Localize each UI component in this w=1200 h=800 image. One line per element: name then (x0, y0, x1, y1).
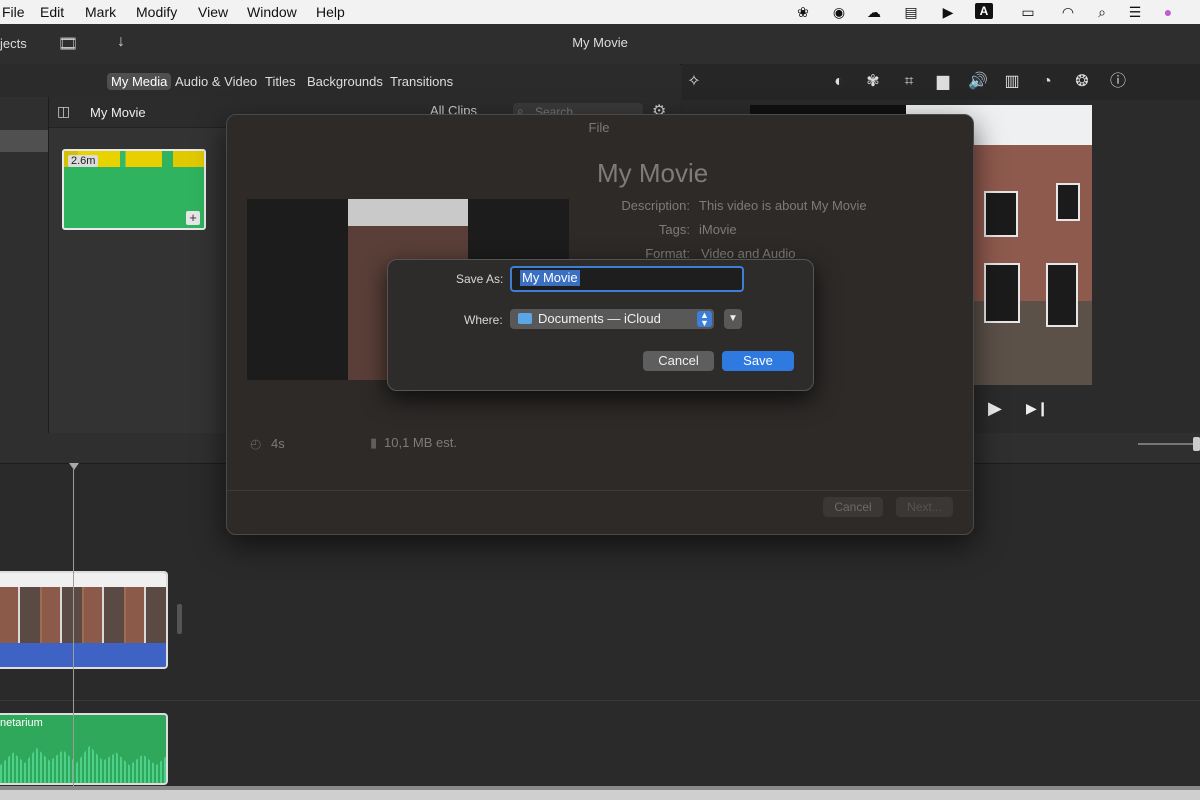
save-as-field-value[interactable]: My Movie (520, 270, 580, 286)
clock-icon: ◴ (250, 436, 262, 451)
menu-edit[interactable]: Edit (40, 4, 64, 20)
sheet-divider (227, 490, 971, 491)
sheet-next-button[interactable]: Next... (896, 497, 953, 517)
menu-mark[interactable]: Mark (85, 4, 116, 20)
siri-icon[interactable]: ● (1158, 3, 1178, 21)
volume-icon[interactable]: 🔊 (968, 72, 988, 92)
description-value[interactable]: This video is about My Movie (699, 198, 867, 213)
sheet-cancel-button[interactable]: Cancel (823, 497, 883, 517)
audio-waveform (0, 745, 166, 783)
zoom-slider-knob[interactable] (1193, 437, 1200, 451)
crop-icon[interactable]: ⌗ (899, 72, 919, 92)
building-window (984, 263, 1020, 323)
track-divider (0, 700, 1200, 701)
stabilization-icon[interactable]: ▆ (933, 72, 953, 92)
creative-cloud-icon[interactable]: ☁ (864, 3, 884, 21)
tab-my-media[interactable]: My Media (107, 73, 172, 90)
tab-titles[interactable]: Titles (261, 73, 300, 90)
playhead[interactable] (73, 467, 74, 787)
overlay-icon[interactable]: ❂ (1072, 72, 1092, 92)
window-title: My Movie (572, 35, 628, 50)
zoom-slider[interactable] (1138, 443, 1198, 445)
toolbar: jects 🎞 ↓ My Movie (0, 24, 1200, 65)
control-center-icon[interactable]: ☰ (1125, 3, 1145, 21)
wifi-icon[interactable]: ◠ (1058, 3, 1078, 21)
expand-dialog-button[interactable]: ▼ (724, 309, 742, 329)
where-location-select[interactable]: Documents — iCloud ▲ ▼ (510, 309, 714, 329)
sidebar-toggle-icon[interactable]: ◫ (57, 103, 70, 120)
speed-icon[interactable]: ◔ (1037, 72, 1057, 92)
menu-modify[interactable]: Modify (136, 4, 177, 20)
sheet-title: File (588, 120, 610, 135)
equalizer-icon[interactable]: ▥ (1002, 72, 1022, 92)
cancel-button[interactable]: Cancel (643, 351, 714, 371)
media-clip-thumbnail[interactable]: 2.6m + (62, 149, 206, 230)
timeline-audio-clip[interactable]: netarium (0, 713, 168, 785)
timeline-video-clip[interactable] (0, 571, 168, 669)
building-door (1046, 263, 1078, 327)
playhead-handle[interactable] (69, 463, 79, 470)
drive-icon[interactable]: ▤ (901, 3, 921, 21)
add-clip-icon[interactable]: + (186, 211, 200, 225)
menu-file[interactable]: File (2, 4, 25, 20)
audio-clip-label: netarium (0, 717, 43, 729)
video-clip-audio (0, 643, 166, 667)
play-circle-icon[interactable]: ▶ (938, 3, 958, 21)
color-balance-icon[interactable]: ◐ (829, 72, 849, 92)
tags-value[interactable]: iMovie (699, 222, 737, 237)
info-icon[interactable]: ⓘ (1108, 72, 1128, 92)
description-label: Description: (621, 198, 690, 213)
record-icon[interactable]: ◉ (829, 3, 849, 21)
skip-forward-icon[interactable]: ▶❙ (1026, 400, 1049, 417)
save-as-label: Save As: (456, 272, 504, 286)
tab-transitions[interactable]: Transitions (386, 73, 457, 90)
clip-duration-badge: 2.6m (68, 155, 99, 167)
battery-icon[interactable]: ▭ (1015, 3, 1041, 21)
folder-icon (518, 313, 532, 324)
building-window (1056, 183, 1080, 221)
library-selection[interactable] (0, 130, 48, 152)
play-icon[interactable]: ▶ (988, 398, 1002, 419)
scrollbar-track (0, 786, 1200, 790)
save-button[interactable]: Save (722, 351, 794, 371)
video-filmstrip-sky (0, 573, 166, 587)
magic-wand-icon[interactable]: ✧ (684, 72, 704, 92)
duration-value: 4s (271, 436, 285, 451)
clip-trim-handle[interactable] (177, 604, 182, 634)
browser-tab-bar: My Media Audio & Video Titles Background… (0, 64, 680, 98)
tab-audio-video[interactable]: Audio & Video (171, 73, 261, 90)
menu-bar: File Edit Mark Modify View Window Help ❀… (0, 0, 1200, 24)
inspector-toolbar: ✧ ◐ ✾ ⌗ ▆ 🔊 ▥ ◔ ❂ ⓘ (682, 64, 1200, 100)
building-window (984, 191, 1018, 237)
tab-backgrounds[interactable]: Backgrounds (303, 73, 387, 90)
select-stepper-icon: ▲ ▼ (697, 311, 712, 328)
menu-help[interactable]: Help (316, 4, 345, 20)
tags-label: Tags: (658, 222, 690, 237)
file-size-value: 10,1 MB est. (384, 435, 457, 450)
menu-view[interactable]: View (198, 4, 228, 20)
menu-window[interactable]: Window (247, 4, 297, 20)
input-source-icon[interactable]: A (975, 3, 993, 19)
where-label: Where: (464, 313, 503, 327)
color-palette-icon[interactable]: ✾ (863, 72, 883, 92)
chevron-down-icon: ▼ (728, 313, 738, 324)
browser-title: My Movie (90, 105, 146, 120)
lotus-icon[interactable]: ❀ (793, 3, 813, 21)
search-icon[interactable]: ⌕ (1092, 3, 1112, 21)
share-movie-title[interactable]: My Movie (597, 158, 708, 189)
where-location-value: Documents — iCloud (538, 311, 661, 326)
file-size-icon: ▮ (370, 435, 378, 450)
